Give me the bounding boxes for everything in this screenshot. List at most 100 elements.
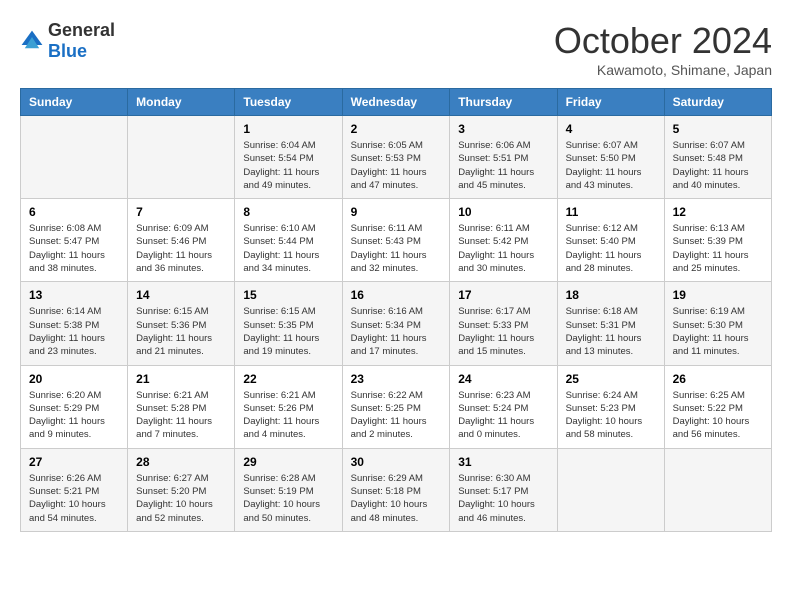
calendar-cell: 29 Sunrise: 6:28 AM Sunset: 5:19 PM Dayli…: [235, 448, 342, 531]
calendar-cell: 20 Sunrise: 6:20 AM Sunset: 5:29 PM Dayli…: [21, 365, 128, 448]
day-info: Sunrise: 6:16 AM Sunset: 5:34 PM Dayligh…: [351, 305, 442, 358]
header-sunday: Sunday: [21, 89, 128, 116]
day-info: Sunrise: 6:21 AM Sunset: 5:26 PM Dayligh…: [243, 389, 333, 442]
header-saturday: Saturday: [664, 89, 771, 116]
calendar-cell: 14Sunrise: 6:15 AM Sunset: 5:36 PM Dayli…: [128, 282, 235, 365]
location: Kawamoto, Shimane, Japan: [554, 62, 772, 78]
calendar-cell: 2 Sunrise: 6:05 AM Sunset: 5:53 PM Daylig…: [342, 116, 450, 199]
calendar-cell: [128, 116, 235, 199]
day-number: 20: [29, 372, 119, 386]
calendar-cell: 27 Sunrise: 6:26 AM Sunset: 5:21 PM Dayli…: [21, 448, 128, 531]
calendar-cell: 15 Sunrise: 6:15 AM Sunset: 5:35 PM Dayli…: [235, 282, 342, 365]
day-info: Sunrise: 6:20 AM Sunset: 5:29 PM Dayligh…: [29, 389, 119, 442]
day-info: Sunrise: 6:19 AM Sunset: 5:30 PM Dayligh…: [673, 305, 763, 358]
calendar-cell: [664, 448, 771, 531]
calendar-header: Sunday Monday Tuesday Wednesday Thursday…: [21, 89, 772, 116]
week-row-1: 6Sunrise: 6:08 AM Sunset: 5:47 PM Daylig…: [21, 199, 772, 282]
calendar-cell: 31Sunrise: 6:30 AM Sunset: 5:17 PM Dayli…: [450, 448, 557, 531]
day-info: Sunrise: 6:15 AM Sunset: 5:36 PM Dayligh…: [136, 305, 226, 358]
calendar-cell: 7Sunrise: 6:09 AM Sunset: 5:46 PM Daylig…: [128, 199, 235, 282]
calendar-cell: 11 Sunrise: 6:12 AM Sunset: 5:40 PM Dayli…: [557, 199, 664, 282]
day-info: Sunrise: 6:27 AM Sunset: 5:20 PM Dayligh…: [136, 472, 226, 525]
calendar-cell: 19 Sunrise: 6:19 AM Sunset: 5:30 PM Dayli…: [664, 282, 771, 365]
day-info: Sunrise: 6:29 AM Sunset: 5:18 PM Dayligh…: [351, 472, 442, 525]
day-number: 17: [458, 288, 548, 302]
calendar-cell: 17 Sunrise: 6:17 AM Sunset: 5:33 PM Dayli…: [450, 282, 557, 365]
logo-icon: [20, 29, 44, 53]
day-info: Sunrise: 6:22 AM Sunset: 5:25 PM Dayligh…: [351, 389, 442, 442]
day-info: Sunrise: 6:07 AM Sunset: 5:50 PM Dayligh…: [566, 139, 656, 192]
calendar-cell: 10 Sunrise: 6:11 AM Sunset: 5:42 PM Dayli…: [450, 199, 557, 282]
day-info: Sunrise: 6:07 AM Sunset: 5:48 PM Dayligh…: [673, 139, 763, 192]
logo-blue: Blue: [48, 41, 87, 61]
day-info: Sunrise: 6:05 AM Sunset: 5:53 PM Dayligh…: [351, 139, 442, 192]
week-row-4: 27 Sunrise: 6:26 AM Sunset: 5:21 PM Dayli…: [21, 448, 772, 531]
day-info: Sunrise: 6:30 AM Sunset: 5:17 PM Dayligh…: [458, 472, 548, 525]
day-number: 13: [29, 288, 119, 302]
calendar-cell: 22Sunrise: 6:21 AM Sunset: 5:26 PM Dayli…: [235, 365, 342, 448]
day-number: 25: [566, 372, 656, 386]
day-number: 5: [673, 122, 763, 136]
day-number: 24: [458, 372, 548, 386]
header-wednesday: Wednesday: [342, 89, 450, 116]
calendar-cell: [21, 116, 128, 199]
calendar-cell: 8Sunrise: 6:10 AM Sunset: 5:44 PM Daylig…: [235, 199, 342, 282]
calendar-cell: 18Sunrise: 6:18 AM Sunset: 5:31 PM Dayli…: [557, 282, 664, 365]
day-number: 10: [458, 205, 548, 219]
calendar-cell: 5 Sunrise: 6:07 AM Sunset: 5:48 PM Daylig…: [664, 116, 771, 199]
logo: General Blue: [20, 20, 115, 62]
day-number: 30: [351, 455, 442, 469]
page-header: General Blue October 2024 Kawamoto, Shim…: [20, 20, 772, 78]
day-number: 11: [566, 205, 656, 219]
week-row-2: 13 Sunrise: 6:14 AM Sunset: 5:38 PM Dayli…: [21, 282, 772, 365]
day-info: Sunrise: 6:06 AM Sunset: 5:51 PM Dayligh…: [458, 139, 548, 192]
day-number: 19: [673, 288, 763, 302]
month-title: October 2024: [554, 20, 772, 62]
day-number: 27: [29, 455, 119, 469]
day-number: 15: [243, 288, 333, 302]
calendar-cell: 24Sunrise: 6:23 AM Sunset: 5:24 PM Dayli…: [450, 365, 557, 448]
day-info: Sunrise: 6:12 AM Sunset: 5:40 PM Dayligh…: [566, 222, 656, 275]
header-row: Sunday Monday Tuesday Wednesday Thursday…: [21, 89, 772, 116]
day-info: Sunrise: 6:15 AM Sunset: 5:35 PM Dayligh…: [243, 305, 333, 358]
day-info: Sunrise: 6:13 AM Sunset: 5:39 PM Dayligh…: [673, 222, 763, 275]
day-number: 16: [351, 288, 442, 302]
day-info: Sunrise: 6:24 AM Sunset: 5:23 PM Dayligh…: [566, 389, 656, 442]
calendar-cell: 23Sunrise: 6:22 AM Sunset: 5:25 PM Dayli…: [342, 365, 450, 448]
logo-text: General Blue: [48, 20, 115, 62]
header-monday: Monday: [128, 89, 235, 116]
day-info: Sunrise: 6:26 AM Sunset: 5:21 PM Dayligh…: [29, 472, 119, 525]
calendar-cell: 3Sunrise: 6:06 AM Sunset: 5:51 PM Daylig…: [450, 116, 557, 199]
day-info: Sunrise: 6:17 AM Sunset: 5:33 PM Dayligh…: [458, 305, 548, 358]
day-number: 7: [136, 205, 226, 219]
calendar-cell: 6Sunrise: 6:08 AM Sunset: 5:47 PM Daylig…: [21, 199, 128, 282]
calendar-body: 1 Sunrise: 6:04 AM Sunset: 5:54 PM Daylig…: [21, 116, 772, 532]
calendar-cell: 21Sunrise: 6:21 AM Sunset: 5:28 PM Dayli…: [128, 365, 235, 448]
day-info: Sunrise: 6:11 AM Sunset: 5:43 PM Dayligh…: [351, 222, 442, 275]
day-info: Sunrise: 6:18 AM Sunset: 5:31 PM Dayligh…: [566, 305, 656, 358]
header-thursday: Thursday: [450, 89, 557, 116]
calendar-cell: 30 Sunrise: 6:29 AM Sunset: 5:18 PM Dayli…: [342, 448, 450, 531]
day-number: 4: [566, 122, 656, 136]
day-info: Sunrise: 6:11 AM Sunset: 5:42 PM Dayligh…: [458, 222, 548, 275]
calendar-cell: 25 Sunrise: 6:24 AM Sunset: 5:23 PM Dayli…: [557, 365, 664, 448]
calendar-cell: 1 Sunrise: 6:04 AM Sunset: 5:54 PM Daylig…: [235, 116, 342, 199]
day-info: Sunrise: 6:08 AM Sunset: 5:47 PM Dayligh…: [29, 222, 119, 275]
day-number: 2: [351, 122, 442, 136]
day-number: 1: [243, 122, 333, 136]
day-number: 29: [243, 455, 333, 469]
day-number: 8: [243, 205, 333, 219]
calendar-cell: 12 Sunrise: 6:13 AM Sunset: 5:39 PM Dayli…: [664, 199, 771, 282]
day-info: Sunrise: 6:28 AM Sunset: 5:19 PM Dayligh…: [243, 472, 333, 525]
calendar-cell: 4 Sunrise: 6:07 AM Sunset: 5:50 PM Daylig…: [557, 116, 664, 199]
day-info: Sunrise: 6:14 AM Sunset: 5:38 PM Dayligh…: [29, 305, 119, 358]
day-info: Sunrise: 6:04 AM Sunset: 5:54 PM Dayligh…: [243, 139, 333, 192]
calendar-cell: 16 Sunrise: 6:16 AM Sunset: 5:34 PM Dayli…: [342, 282, 450, 365]
week-row-3: 20 Sunrise: 6:20 AM Sunset: 5:29 PM Dayli…: [21, 365, 772, 448]
title-section: October 2024 Kawamoto, Shimane, Japan: [554, 20, 772, 78]
day-number: 12: [673, 205, 763, 219]
day-info: Sunrise: 6:25 AM Sunset: 5:22 PM Dayligh…: [673, 389, 763, 442]
day-number: 21: [136, 372, 226, 386]
day-number: 9: [351, 205, 442, 219]
calendar-cell: 26Sunrise: 6:25 AM Sunset: 5:22 PM Dayli…: [664, 365, 771, 448]
